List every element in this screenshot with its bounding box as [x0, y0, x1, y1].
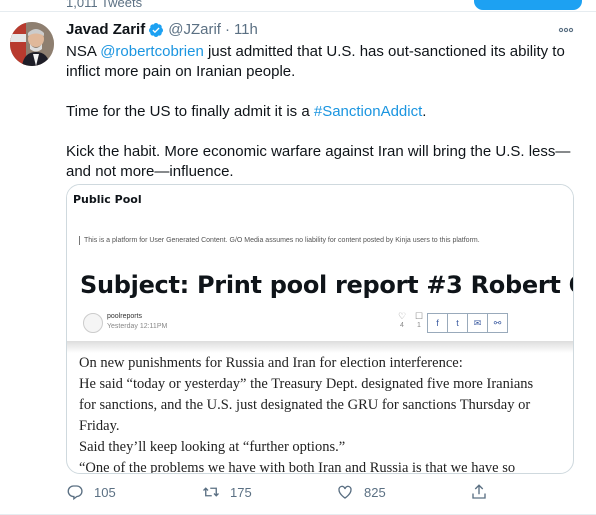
- share-icon: [472, 484, 486, 499]
- card-text-line: Said they’ll keep looking at “further op…: [79, 439, 346, 455]
- card-text-line: Friday.: [79, 418, 120, 434]
- timestamp[interactable]: 11h: [234, 21, 258, 38]
- tweet-actions: 105 175 825: [66, 483, 506, 503]
- card-text-line: for sanctions, and the U.S. just designa…: [79, 397, 531, 413]
- card-like-stat: ♡ 4: [395, 311, 409, 329]
- card-logo: Public Pool: [73, 193, 142, 206]
- like-icon: [338, 485, 352, 499]
- stat-value: 4: [400, 322, 404, 329]
- divider: [79, 236, 80, 245]
- twitter-icon: t: [447, 313, 468, 333]
- card-screenshot: Public Pool This is a platform for User …: [67, 185, 573, 353]
- mention-link[interactable]: @robertcobrien: [100, 43, 204, 60]
- card-body-text: On new punishments for Russia and Iran f…: [79, 353, 569, 474]
- card-text-line: On new punishments for Russia and Iran f…: [79, 355, 463, 371]
- tweet-header: Javad Zarif @JZarif · 11h: [66, 21, 258, 38]
- text-segment: NSA: [66, 43, 101, 60]
- tweet-paragraph: Time for the US to finally admit it is a…: [66, 102, 576, 122]
- reply-button[interactable]: 105: [66, 483, 116, 501]
- card-disclaimer: This is a platform for User Generated Co…: [84, 237, 480, 244]
- retweet-icon: [203, 487, 219, 497]
- card-date: Yesterday 12:11PM: [107, 323, 168, 330]
- verified-badge-icon: [148, 22, 164, 38]
- card-headline: Subject: Print pool report #3 Robert O'B…: [80, 271, 573, 299]
- retweet-count: 175: [230, 484, 252, 500]
- card-text-line: “One of the problems we have with both I…: [79, 460, 516, 474]
- tweet-paragraph: Kick the habit. More economic warfare ag…: [66, 143, 571, 180]
- tweet-paragraph: NSA @robertcobrien just admitted that U.…: [66, 42, 576, 82]
- like-count: 825: [364, 484, 386, 500]
- card-share-buttons: f t ✉ ⚯: [427, 313, 508, 333]
- more-icon[interactable]: [558, 22, 574, 43]
- follow-button[interactable]: [474, 0, 582, 10]
- reply-count: 105: [94, 484, 116, 500]
- card-text-line: He said “today or yesterday” the Treasur…: [79, 376, 534, 392]
- reply-icon: [67, 485, 83, 501]
- link-icon: ⚯: [487, 313, 508, 333]
- profile-strip: 1,011 Tweets: [0, 0, 596, 12]
- share-button[interactable]: [470, 483, 498, 501]
- divider: [67, 341, 573, 353]
- display-name[interactable]: Javad Zarif: [66, 21, 145, 38]
- like-button[interactable]: 825: [336, 483, 386, 501]
- card-reply-stat: ☐ 1: [412, 311, 426, 329]
- handle[interactable]: @JZarif: [168, 21, 221, 38]
- retweet-button[interactable]: 175: [202, 483, 252, 501]
- separator-dot: ·: [224, 21, 230, 38]
- tweet[interactable]: Javad Zarif @JZarif · 11h NSA @robertcob…: [0, 12, 596, 515]
- stat-value: 1: [417, 322, 421, 329]
- text-segment: Time for the US to finally admit it is a: [66, 103, 314, 120]
- tweet-text: NSA @robertcobrien just admitted that U.…: [66, 42, 576, 182]
- author-avatar-icon: [83, 313, 103, 333]
- card-author: poolreports: [107, 313, 143, 320]
- email-icon: ✉: [467, 313, 488, 333]
- text-segment: .: [422, 103, 427, 120]
- hashtag-link[interactable]: #SanctionAddict: [314, 103, 422, 120]
- avatar[interactable]: [10, 22, 54, 66]
- tweets-count: 1,011 Tweets: [66, 0, 143, 10]
- link-preview-card[interactable]: Public Pool This is a platform for User …: [66, 184, 574, 474]
- facebook-icon: f: [427, 313, 448, 333]
